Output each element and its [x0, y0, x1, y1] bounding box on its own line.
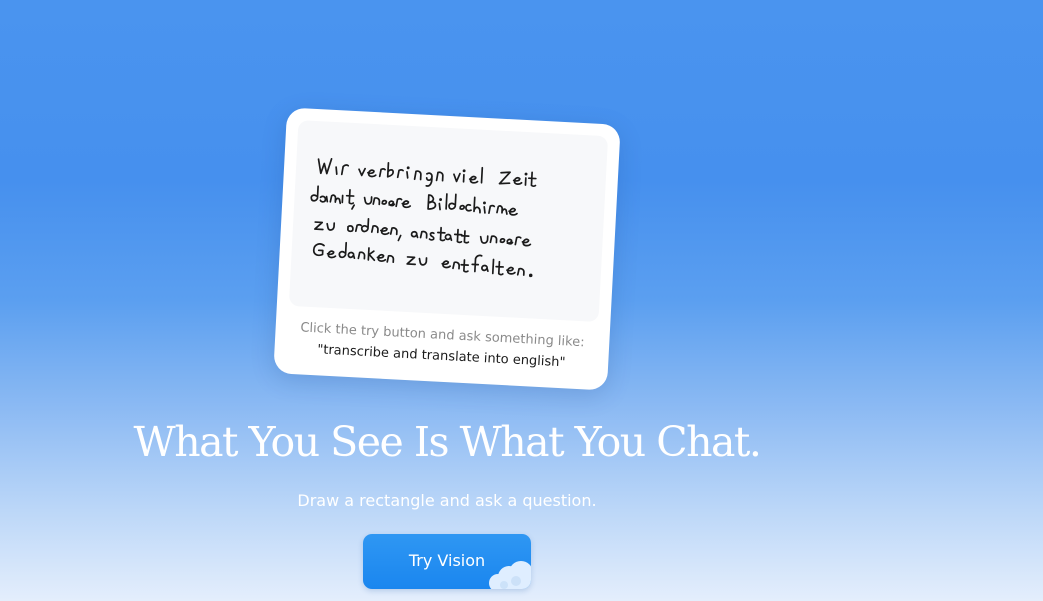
handwritten-note-image	[288, 120, 609, 323]
cloud-icon	[483, 551, 531, 589]
handwriting-drawing	[310, 157, 537, 278]
page-headline: What You See Is What You Chat.	[133, 418, 762, 466]
card-caption: Click the try button and ask something l…	[274, 317, 610, 376]
example-card: Click the try button and ask something l…	[273, 107, 621, 391]
page-subheadline: Draw a rectangle and ask a question.	[297, 491, 597, 510]
try-vision-button[interactable]: Try Vision	[363, 534, 531, 589]
